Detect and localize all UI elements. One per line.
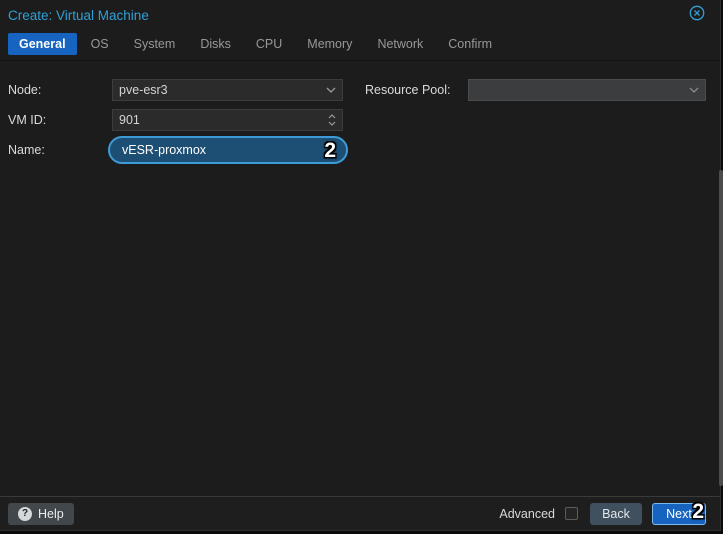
back-button-label: Back [602,506,630,521]
tab-system[interactable]: System [123,33,187,55]
tab-os[interactable]: OS [80,33,120,55]
general-tab-panel: Node: pve-esr3 Resource Pool: VM ID: 901… [0,61,723,496]
close-icon[interactable] [689,5,705,21]
node-value: pve-esr3 [119,83,168,97]
vm-id-value: 901 [119,113,140,127]
help-button[interactable]: ? Help [8,502,74,525]
next-button[interactable]: Next 2 [652,499,706,525]
question-mark-icon: ? [18,506,32,521]
advanced-label: Advanced [499,506,555,521]
chevron-down-icon [689,87,699,93]
name-input[interactable]: vESR-proxmox 2 [108,136,348,164]
next-button-label: Next [666,506,692,521]
tab-network[interactable]: Network [366,33,434,55]
node-dropdown[interactable]: pve-esr3 [112,79,343,101]
wizard-tabbar: General OS System Disks CPU Memory Netwo… [0,28,720,61]
vm-id-label: VM ID: [8,113,47,127]
name-value: vESR-proxmox [122,143,207,157]
resource-pool-label: Resource Pool: [365,83,451,97]
tab-memory[interactable]: Memory [296,33,363,55]
name-label: Name: [8,143,45,157]
back-button[interactable]: Back [590,502,642,525]
help-button-label: Help [38,506,64,521]
tab-general[interactable]: General [8,33,77,55]
dialog-titlebar: Create: Virtual Machine [0,0,720,28]
create-vm-dialog: Create: Virtual Machine General OS Syste… [0,0,723,531]
dialog-footer: ? Help Advanced Back Next 2 [0,496,720,530]
tab-confirm[interactable]: Confirm [437,33,503,55]
dialog-title: Create: Virtual Machine [8,8,149,23]
node-label: Node: [8,83,42,97]
advanced-checkbox[interactable] [565,507,578,520]
chevron-down-icon [326,87,336,93]
som-mark-name-field: 2 [324,138,336,162]
som-mark-next-button: 2 [692,499,704,523]
scrollbar[interactable] [719,170,723,486]
spinner-up-down-icon[interactable] [328,114,336,126]
vm-id-stepper[interactable]: 901 [112,109,343,131]
tab-cpu[interactable]: CPU [245,33,293,55]
tab-disks[interactable]: Disks [189,33,242,55]
resource-pool-dropdown[interactable] [468,79,706,101]
